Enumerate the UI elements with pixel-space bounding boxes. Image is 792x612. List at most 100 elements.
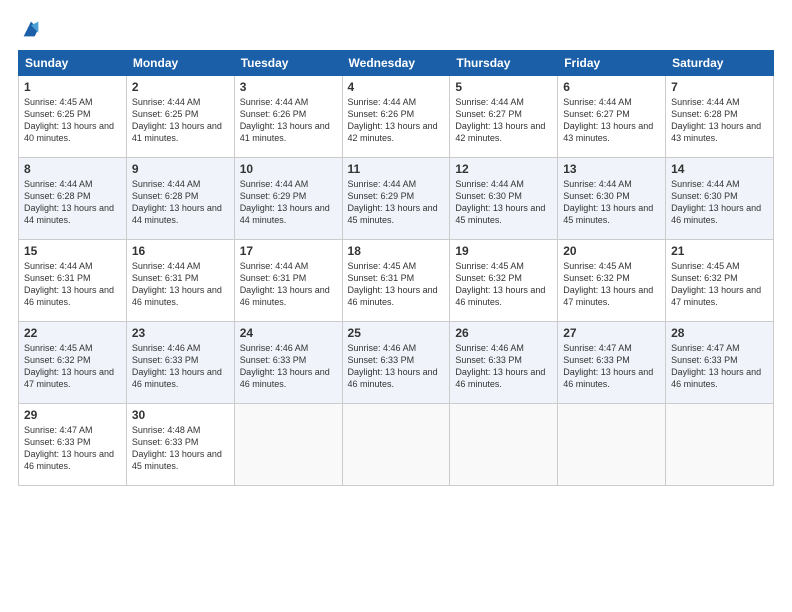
- calendar-cell: [342, 404, 450, 486]
- logo-icon: [20, 18, 42, 40]
- day-number: 4: [348, 80, 445, 94]
- day-info: Sunrise: 4:47 AMSunset: 6:33 PMDaylight:…: [563, 343, 653, 389]
- day-number: 27: [563, 326, 660, 340]
- calendar-cell: 7 Sunrise: 4:44 AMSunset: 6:28 PMDayligh…: [666, 76, 774, 158]
- day-number: 17: [240, 244, 337, 258]
- day-info: Sunrise: 4:44 AMSunset: 6:27 PMDaylight:…: [563, 97, 653, 143]
- day-info: Sunrise: 4:46 AMSunset: 6:33 PMDaylight:…: [455, 343, 545, 389]
- header-saturday: Saturday: [666, 51, 774, 76]
- day-info: Sunrise: 4:44 AMSunset: 6:26 PMDaylight:…: [348, 97, 438, 143]
- day-number: 6: [563, 80, 660, 94]
- day-number: 29: [24, 408, 121, 422]
- calendar-cell: 12 Sunrise: 4:44 AMSunset: 6:30 PMDaylig…: [450, 158, 558, 240]
- calendar-cell: 25 Sunrise: 4:46 AMSunset: 6:33 PMDaylig…: [342, 322, 450, 404]
- calendar-cell: [558, 404, 666, 486]
- day-info: Sunrise: 4:44 AMSunset: 6:29 PMDaylight:…: [240, 179, 330, 225]
- header-tuesday: Tuesday: [234, 51, 342, 76]
- calendar-row: 29 Sunrise: 4:47 AMSunset: 6:33 PMDaylig…: [19, 404, 774, 486]
- day-number: 7: [671, 80, 768, 94]
- calendar-cell: 19 Sunrise: 4:45 AMSunset: 6:32 PMDaylig…: [450, 240, 558, 322]
- day-info: Sunrise: 4:44 AMSunset: 6:26 PMDaylight:…: [240, 97, 330, 143]
- day-info: Sunrise: 4:44 AMSunset: 6:28 PMDaylight:…: [671, 97, 761, 143]
- day-info: Sunrise: 4:44 AMSunset: 6:31 PMDaylight:…: [240, 261, 330, 307]
- calendar-cell: 18 Sunrise: 4:45 AMSunset: 6:31 PMDaylig…: [342, 240, 450, 322]
- day-number: 21: [671, 244, 768, 258]
- day-number: 9: [132, 162, 229, 176]
- day-number: 30: [132, 408, 229, 422]
- calendar-cell: 16 Sunrise: 4:44 AMSunset: 6:31 PMDaylig…: [126, 240, 234, 322]
- day-number: 18: [348, 244, 445, 258]
- day-info: Sunrise: 4:44 AMSunset: 6:25 PMDaylight:…: [132, 97, 222, 143]
- calendar-cell: 30 Sunrise: 4:48 AMSunset: 6:33 PMDaylig…: [126, 404, 234, 486]
- day-number: 26: [455, 326, 552, 340]
- day-info: Sunrise: 4:45 AMSunset: 6:32 PMDaylight:…: [671, 261, 761, 307]
- header-friday: Friday: [558, 51, 666, 76]
- calendar-cell: 1 Sunrise: 4:45 AMSunset: 6:25 PMDayligh…: [19, 76, 127, 158]
- day-number: 25: [348, 326, 445, 340]
- calendar-cell: 4 Sunrise: 4:44 AMSunset: 6:26 PMDayligh…: [342, 76, 450, 158]
- day-number: 28: [671, 326, 768, 340]
- day-info: Sunrise: 4:44 AMSunset: 6:27 PMDaylight:…: [455, 97, 545, 143]
- day-info: Sunrise: 4:46 AMSunset: 6:33 PMDaylight:…: [132, 343, 222, 389]
- calendar-cell: [234, 404, 342, 486]
- day-info: Sunrise: 4:45 AMSunset: 6:32 PMDaylight:…: [24, 343, 114, 389]
- day-info: Sunrise: 4:47 AMSunset: 6:33 PMDaylight:…: [671, 343, 761, 389]
- calendar-row: 1 Sunrise: 4:45 AMSunset: 6:25 PMDayligh…: [19, 76, 774, 158]
- day-number: 23: [132, 326, 229, 340]
- calendar-cell: 10 Sunrise: 4:44 AMSunset: 6:29 PMDaylig…: [234, 158, 342, 240]
- calendar-cell: 20 Sunrise: 4:45 AMSunset: 6:32 PMDaylig…: [558, 240, 666, 322]
- calendar-cell: 17 Sunrise: 4:44 AMSunset: 6:31 PMDaylig…: [234, 240, 342, 322]
- day-info: Sunrise: 4:44 AMSunset: 6:31 PMDaylight:…: [24, 261, 114, 307]
- day-info: Sunrise: 4:45 AMSunset: 6:32 PMDaylight:…: [563, 261, 653, 307]
- day-number: 20: [563, 244, 660, 258]
- day-number: 2: [132, 80, 229, 94]
- day-number: 8: [24, 162, 121, 176]
- day-number: 12: [455, 162, 552, 176]
- calendar-cell: 23 Sunrise: 4:46 AMSunset: 6:33 PMDaylig…: [126, 322, 234, 404]
- calendar-cell: 21 Sunrise: 4:45 AMSunset: 6:32 PMDaylig…: [666, 240, 774, 322]
- day-number: 15: [24, 244, 121, 258]
- calendar-cell: [666, 404, 774, 486]
- day-info: Sunrise: 4:45 AMSunset: 6:32 PMDaylight:…: [455, 261, 545, 307]
- calendar-cell: 9 Sunrise: 4:44 AMSunset: 6:28 PMDayligh…: [126, 158, 234, 240]
- calendar-cell: 6 Sunrise: 4:44 AMSunset: 6:27 PMDayligh…: [558, 76, 666, 158]
- calendar-cell: 28 Sunrise: 4:47 AMSunset: 6:33 PMDaylig…: [666, 322, 774, 404]
- day-info: Sunrise: 4:44 AMSunset: 6:28 PMDaylight:…: [132, 179, 222, 225]
- day-info: Sunrise: 4:44 AMSunset: 6:30 PMDaylight:…: [455, 179, 545, 225]
- header-monday: Monday: [126, 51, 234, 76]
- day-number: 5: [455, 80, 552, 94]
- day-number: 22: [24, 326, 121, 340]
- page: Sunday Monday Tuesday Wednesday Thursday…: [0, 0, 792, 612]
- calendar-cell: 27 Sunrise: 4:47 AMSunset: 6:33 PMDaylig…: [558, 322, 666, 404]
- header: [18, 18, 774, 40]
- header-sunday: Sunday: [19, 51, 127, 76]
- calendar-row: 15 Sunrise: 4:44 AMSunset: 6:31 PMDaylig…: [19, 240, 774, 322]
- day-info: Sunrise: 4:44 AMSunset: 6:31 PMDaylight:…: [132, 261, 222, 307]
- calendar-row: 8 Sunrise: 4:44 AMSunset: 6:28 PMDayligh…: [19, 158, 774, 240]
- calendar-cell: 24 Sunrise: 4:46 AMSunset: 6:33 PMDaylig…: [234, 322, 342, 404]
- day-number: 19: [455, 244, 552, 258]
- day-number: 11: [348, 162, 445, 176]
- logo: [18, 18, 42, 40]
- calendar-cell: 3 Sunrise: 4:44 AMSunset: 6:26 PMDayligh…: [234, 76, 342, 158]
- day-number: 1: [24, 80, 121, 94]
- day-info: Sunrise: 4:46 AMSunset: 6:33 PMDaylight:…: [348, 343, 438, 389]
- calendar-cell: [450, 404, 558, 486]
- day-info: Sunrise: 4:48 AMSunset: 6:33 PMDaylight:…: [132, 425, 222, 471]
- calendar-cell: 2 Sunrise: 4:44 AMSunset: 6:25 PMDayligh…: [126, 76, 234, 158]
- calendar-cell: 26 Sunrise: 4:46 AMSunset: 6:33 PMDaylig…: [450, 322, 558, 404]
- calendar-cell: 29 Sunrise: 4:47 AMSunset: 6:33 PMDaylig…: [19, 404, 127, 486]
- day-number: 13: [563, 162, 660, 176]
- day-info: Sunrise: 4:44 AMSunset: 6:30 PMDaylight:…: [563, 179, 653, 225]
- day-info: Sunrise: 4:47 AMSunset: 6:33 PMDaylight:…: [24, 425, 114, 471]
- day-info: Sunrise: 4:44 AMSunset: 6:30 PMDaylight:…: [671, 179, 761, 225]
- day-number: 10: [240, 162, 337, 176]
- day-info: Sunrise: 4:45 AMSunset: 6:31 PMDaylight:…: [348, 261, 438, 307]
- calendar-cell: 5 Sunrise: 4:44 AMSunset: 6:27 PMDayligh…: [450, 76, 558, 158]
- day-number: 24: [240, 326, 337, 340]
- calendar-cell: 8 Sunrise: 4:44 AMSunset: 6:28 PMDayligh…: [19, 158, 127, 240]
- calendar-cell: 22 Sunrise: 4:45 AMSunset: 6:32 PMDaylig…: [19, 322, 127, 404]
- calendar-cell: 14 Sunrise: 4:44 AMSunset: 6:30 PMDaylig…: [666, 158, 774, 240]
- day-info: Sunrise: 4:44 AMSunset: 6:28 PMDaylight:…: [24, 179, 114, 225]
- day-info: Sunrise: 4:45 AMSunset: 6:25 PMDaylight:…: [24, 97, 114, 143]
